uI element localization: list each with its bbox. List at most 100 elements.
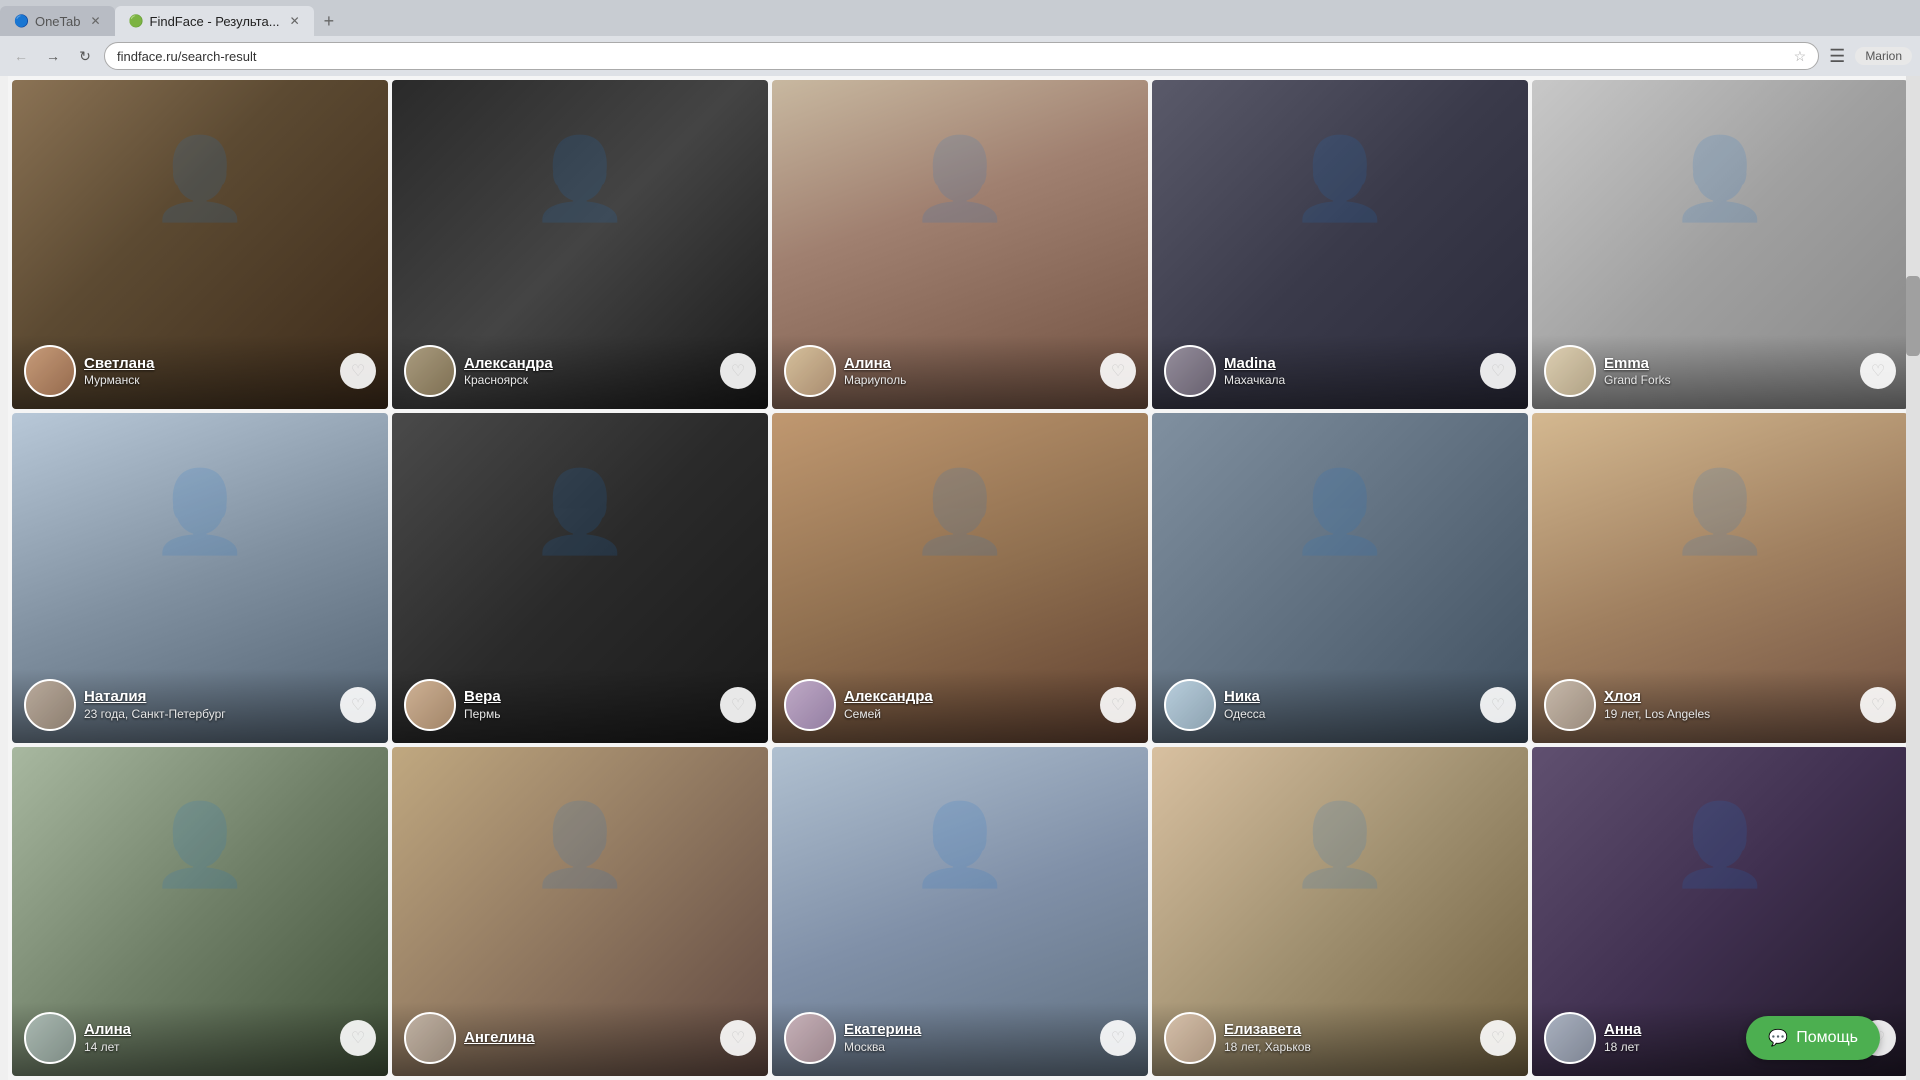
back-button[interactable]: ← <box>8 43 34 69</box>
card-sub-11: 14 лет <box>84 1040 332 1056</box>
card-sub-4: Махачкала <box>1224 373 1472 389</box>
card-12[interactable]: 👤Ангелина♡ <box>392 747 768 1076</box>
card-sub-3: Мариуполь <box>844 373 1092 389</box>
user-badge: Marion <box>1855 47 1912 65</box>
card-sub-8: Семей <box>844 707 1092 723</box>
avatar-14 <box>1164 1012 1216 1064</box>
avatar-12 <box>404 1012 456 1064</box>
card-name-7[interactable]: Вера <box>464 687 712 707</box>
card-1[interactable]: 👤СветланаМурманск♡ <box>12 80 388 409</box>
heart-btn-9[interactable]: ♡ <box>1480 687 1516 723</box>
card-13[interactable]: 👤ЕкатеринаМосква♡ <box>772 747 1148 1076</box>
card-overlay-10: Хлоя19 лет, Los Angeles ♡ <box>1532 669 1908 743</box>
tab-bar: 🔵 OneTab ✕ 🟢 FindFace - Результа... ✕ + <box>0 0 1920 36</box>
heart-btn-11[interactable]: ♡ <box>340 1020 376 1056</box>
new-tab-button[interactable]: + <box>314 11 345 32</box>
menu-button[interactable]: ☰ <box>1825 46 1849 67</box>
scrollbar[interactable] <box>1906 76 1920 1080</box>
avatar-4 <box>1164 345 1216 397</box>
address-bar[interactable]: findface.ru/search-result ☆ <box>104 42 1819 70</box>
card-name-10[interactable]: Хлоя <box>1604 687 1852 707</box>
card-name-3[interactable]: Алина <box>844 354 1092 374</box>
avatar-15 <box>1544 1012 1596 1064</box>
scrollbar-thumb[interactable] <box>1906 276 1920 356</box>
help-button[interactable]: 💬 Помощь <box>1746 1016 1880 1060</box>
card-overlay-7: ВераПермь ♡ <box>392 669 768 743</box>
heart-btn-2[interactable]: ♡ <box>720 353 756 389</box>
card-sub-5: Grand Forks <box>1604 373 1852 389</box>
card-7[interactable]: 👤ВераПермь♡ <box>392 413 768 742</box>
card-name-11[interactable]: Алина <box>84 1020 332 1040</box>
tab-label-2: FindFace - Результа... <box>150 14 280 29</box>
card-name-5[interactable]: Emma <box>1604 354 1852 374</box>
heart-btn-7[interactable]: ♡ <box>720 687 756 723</box>
tab-favicon-2: 🟢 <box>129 14 144 28</box>
card-2[interactable]: 👤АлександраКрасноярск♡ <box>392 80 768 409</box>
card-sub-13: Москва <box>844 1040 1092 1056</box>
card-overlay-6: Наталия23 года, Санкт-Петербург ♡ <box>12 669 388 743</box>
card-6[interactable]: 👤Наталия23 года, Санкт-Петербург♡ <box>12 413 388 742</box>
card-sub-9: Одесса <box>1224 707 1472 723</box>
browser-chrome: 🔵 OneTab ✕ 🟢 FindFace - Результа... ✕ + … <box>0 0 1920 76</box>
card-name-2[interactable]: Александра <box>464 354 712 374</box>
card-overlay-12: Ангелина ♡ <box>392 1002 768 1076</box>
heart-btn-14[interactable]: ♡ <box>1480 1020 1516 1056</box>
tab-label: OneTab <box>35 14 81 29</box>
card-sub-14: 18 лет, Харьков <box>1224 1040 1472 1056</box>
card-name-4[interactable]: Madina <box>1224 354 1472 374</box>
card-sub-7: Пермь <box>464 707 712 723</box>
heart-btn-4[interactable]: ♡ <box>1480 353 1516 389</box>
heart-btn-3[interactable]: ♡ <box>1100 353 1136 389</box>
card-name-9[interactable]: Ника <box>1224 687 1472 707</box>
card-3[interactable]: 👤АлинаМариуполь♡ <box>772 80 1148 409</box>
forward-button[interactable]: → <box>40 43 66 69</box>
tab-findface[interactable]: 🟢 FindFace - Результа... ✕ <box>115 6 314 36</box>
card-overlay-11: Алина14 лет ♡ <box>12 1002 388 1076</box>
heart-btn-5[interactable]: ♡ <box>1860 353 1896 389</box>
card-11[interactable]: 👤Алина14 лет♡ <box>12 747 388 1076</box>
avatar-2 <box>404 345 456 397</box>
tab-close-icon[interactable]: ✕ <box>91 14 101 28</box>
card-overlay-5: EmmaGrand Forks ♡ <box>1532 335 1908 409</box>
card-sub-6: 23 года, Санкт-Петербург <box>84 707 332 723</box>
card-8[interactable]: 👤АлександраСемей♡ <box>772 413 1148 742</box>
card-overlay-3: АлинаМариуполь ♡ <box>772 335 1148 409</box>
card-name-14[interactable]: Елизавета <box>1224 1020 1472 1040</box>
card-5[interactable]: 👤EmmaGrand Forks♡ <box>1532 80 1908 409</box>
heart-btn-6[interactable]: ♡ <box>340 687 376 723</box>
card-name-6[interactable]: Наталия <box>84 687 332 707</box>
heart-btn-1[interactable]: ♡ <box>340 353 376 389</box>
heart-btn-10[interactable]: ♡ <box>1860 687 1896 723</box>
avatar-10 <box>1544 679 1596 731</box>
card-overlay-1: СветланаМурманск ♡ <box>12 335 388 409</box>
tab-onetab[interactable]: 🔵 OneTab ✕ <box>0 6 115 36</box>
card-sub-10: 19 лет, Los Angeles <box>1604 707 1852 723</box>
avatar-11 <box>24 1012 76 1064</box>
card-overlay-13: ЕкатеринаМосква ♡ <box>772 1002 1148 1076</box>
tab-favicon: 🔵 <box>14 14 29 28</box>
card-14[interactable]: 👤Елизавета18 лет, Харьков♡ <box>1152 747 1528 1076</box>
card-overlay-2: АлександраКрасноярск♡ <box>392 335 768 409</box>
card-9[interactable]: 👤НикаОдесса♡ <box>1152 413 1528 742</box>
address-text: findface.ru/search-result <box>117 49 1788 64</box>
heart-btn-13[interactable]: ♡ <box>1100 1020 1136 1056</box>
heart-btn-8[interactable]: ♡ <box>1100 687 1136 723</box>
card-10[interactable]: 👤Хлоя19 лет, Los Angeles♡ <box>1532 413 1908 742</box>
heart-btn-12[interactable]: ♡ <box>720 1020 756 1056</box>
search-results-grid: 👤СветланаМурманск♡👤АлександраКрасноярск♡… <box>8 76 1912 1080</box>
card-name-12[interactable]: Ангелина <box>464 1028 712 1048</box>
tab-close-icon-2[interactable]: ✕ <box>290 14 300 28</box>
refresh-button[interactable]: ↻ <box>72 43 98 69</box>
help-icon: 💬 <box>1768 1028 1788 1048</box>
card-overlay-8: АлександраСемей ♡ <box>772 669 1148 743</box>
avatar-6 <box>24 679 76 731</box>
card-overlay-4: MadinaМахачкала ♡ <box>1152 335 1528 409</box>
avatar-9 <box>1164 679 1216 731</box>
bookmark-icon[interactable]: ☆ <box>1794 48 1807 65</box>
avatar-8 <box>784 679 836 731</box>
card-name-1[interactable]: Светлана <box>84 354 332 374</box>
card-name-13[interactable]: Екатерина <box>844 1020 1092 1040</box>
card-name-8[interactable]: Александра <box>844 687 1092 707</box>
card-sub-1: Мурманск <box>84 373 332 389</box>
card-4[interactable]: 👤MadinaМахачкала♡ <box>1152 80 1528 409</box>
